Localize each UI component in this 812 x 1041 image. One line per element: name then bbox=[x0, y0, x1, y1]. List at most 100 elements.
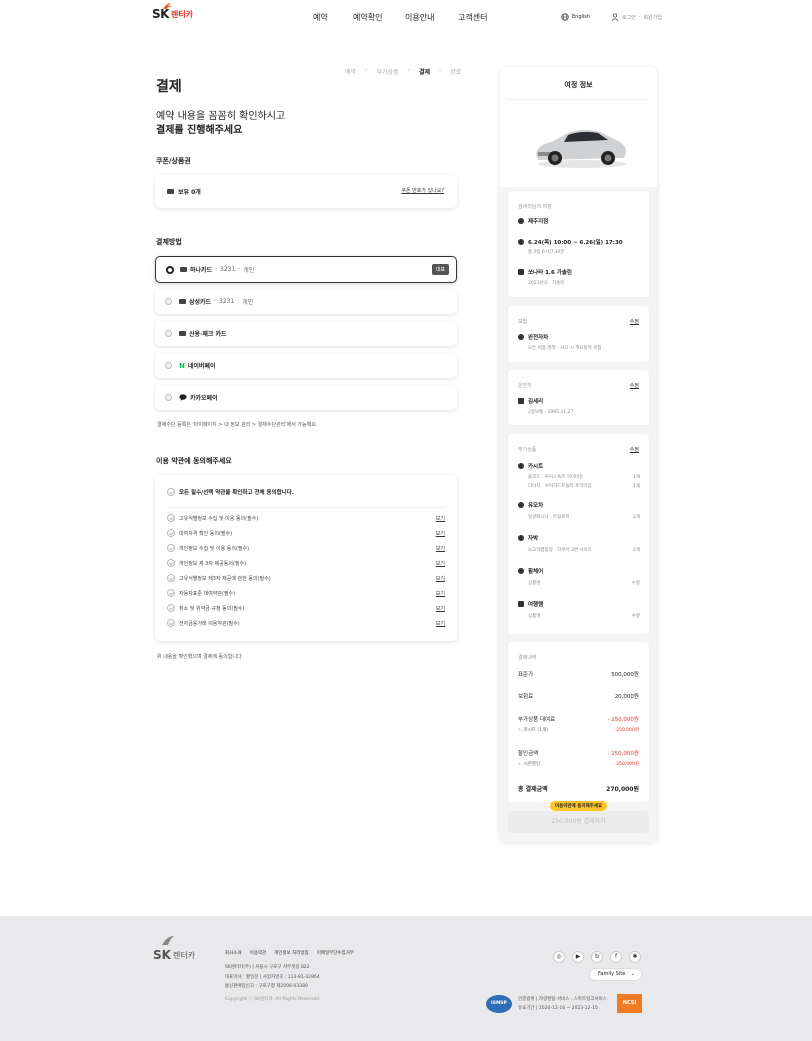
addon-card: 부가상품 수정 카시트 플코드 · 루이스톡즈 아이바운 1개 다이치 · 브이가… bbox=[508, 434, 649, 634]
payment-option-naverpay[interactable]: N 네이버페이 bbox=[155, 353, 457, 378]
car-row: 쏘나타 1.6 가솔린 bbox=[518, 268, 572, 276]
term-view-link[interactable]: 보기 bbox=[436, 545, 445, 552]
user-icon bbox=[611, 13, 619, 21]
step-reserve: 예약 bbox=[345, 69, 357, 76]
footer-link-privacy[interactable]: 개인정보 처리방침 bbox=[274, 950, 309, 956]
term-view-link[interactable]: 보기 bbox=[436, 560, 445, 567]
join-link[interactable]: 회원가입 bbox=[643, 14, 661, 21]
panel-header: 여정 정보 bbox=[500, 67, 657, 187]
blog-icon[interactable]: b bbox=[591, 951, 603, 963]
coupon-code-link[interactable]: 쿠폰 번호가 있나요? bbox=[401, 187, 444, 194]
sk-rentacar-logo[interactable]: SK 렌터카 bbox=[152, 3, 194, 21]
term-view-link[interactable]: 보기 bbox=[436, 590, 445, 597]
price-label: 할인금액 bbox=[518, 751, 539, 757]
price-value: 20,000원 bbox=[614, 694, 639, 700]
youtube-icon[interactable]: ▶ bbox=[572, 951, 584, 963]
method-name: 네이버페이 bbox=[187, 363, 216, 370]
check-icon[interactable] bbox=[167, 544, 175, 552]
method-name: 카카오페이 bbox=[190, 395, 218, 402]
agree-terms-tooltip: 이용약관에 동의해주세요 bbox=[550, 801, 608, 811]
price-label: 보험료 bbox=[518, 694, 534, 700]
radio-selected[interactable] bbox=[166, 266, 174, 274]
agree-confirm-note: 위 내용을 확인했으며 결제에 동의합니다 bbox=[157, 654, 242, 660]
term-item[interactable]: 대여자격 확인 동의(필수) 보기 bbox=[167, 529, 445, 537]
nav-reserve[interactable]: 예약 bbox=[313, 12, 328, 23]
radio-unselected[interactable] bbox=[165, 330, 172, 337]
addon-name: 여행템 bbox=[528, 602, 544, 608]
addon-name: 유모차 bbox=[528, 503, 544, 509]
rental-duration: 총 2일 6시간 30분 bbox=[528, 250, 565, 255]
nav-reservation-check[interactable]: 예약확인 bbox=[353, 12, 382, 23]
term-item[interactable]: 자동차표준 대여약관(필수) 보기 bbox=[167, 589, 445, 597]
term-view-link[interactable]: 보기 bbox=[436, 605, 445, 612]
panel-title: 여정 정보 bbox=[564, 81, 593, 89]
check-icon[interactable] bbox=[167, 559, 175, 567]
driver-edit-link[interactable]: 수정 bbox=[630, 382, 639, 389]
term-item[interactable]: 고유식별정보 수집 및 이용 동의(필수) 보기 bbox=[167, 514, 445, 522]
login-link[interactable]: 로그인 bbox=[622, 14, 636, 21]
card-number: 3231 bbox=[220, 266, 236, 273]
nav-usage-guide[interactable]: 이용안내 bbox=[405, 12, 434, 23]
payment-option-hana[interactable]: 하나카드 · 3231 · 개인 대표 bbox=[155, 256, 457, 283]
term-view-link[interactable]: 보기 bbox=[436, 575, 445, 582]
family-site-select[interactable]: Family Site ⌄ bbox=[589, 968, 642, 981]
wheelchair-icon bbox=[518, 568, 524, 574]
check-icon[interactable] bbox=[167, 589, 175, 597]
agree-all-label: 모든 필수/선택 약관을 확인하고 전체 동의합니다. bbox=[179, 490, 294, 496]
term-view-link[interactable]: 보기 bbox=[436, 530, 445, 537]
driver-icon bbox=[518, 398, 524, 404]
agree-all[interactable]: 모든 필수/선택 약관을 확인하고 전체 동의합니다. bbox=[167, 488, 294, 496]
facebook-icon[interactable]: f bbox=[610, 951, 622, 963]
check-icon[interactable] bbox=[167, 619, 175, 627]
footer-link-terms[interactable]: 이용약관 bbox=[250, 950, 267, 956]
term-view-link[interactable]: 보기 bbox=[436, 515, 445, 522]
driver-row: 김세리 bbox=[518, 397, 543, 405]
instagram-icon[interactable]: ◎ bbox=[553, 951, 565, 963]
term-item[interactable]: 개인정보 제 3자 제공동의(필수) 보기 bbox=[167, 559, 445, 567]
card-name: 하나카드 bbox=[190, 267, 213, 274]
terms-section-title: 이용 약관에 동의해주세요 bbox=[156, 457, 232, 465]
insurance-edit-link[interactable]: 수정 bbox=[630, 318, 639, 325]
payment-option-samsung[interactable]: 삼성카드 · 3231 · 개인 bbox=[155, 289, 457, 314]
check-icon[interactable] bbox=[167, 488, 175, 496]
footer-link-email[interactable]: 이메일무단수집거부 bbox=[317, 950, 354, 956]
term-item[interactable]: 취소 및 위약금 규정 동의(필수) 보기 bbox=[167, 604, 445, 612]
footer-copyright: Copyright ⓒ SK렌터카. All Rights Reserved. bbox=[225, 997, 321, 1002]
headline-line1: 예약 내용을 꼼꼼히 확인하시고 bbox=[156, 111, 286, 122]
pay-button[interactable]: 250,000원 결제하기 bbox=[508, 811, 649, 833]
check-icon[interactable] bbox=[167, 514, 175, 522]
addon-edit-link[interactable]: 수정 bbox=[630, 446, 639, 453]
kakao-channel-icon[interactable]: ✱ bbox=[629, 951, 641, 963]
addon-item: 휠체어 bbox=[518, 567, 543, 575]
addon-qty: 1개 bbox=[632, 484, 640, 489]
price-row: 보험료 20,000원 bbox=[518, 692, 639, 700]
location-pin-icon bbox=[518, 218, 524, 224]
payment-option-label: 신용·체크 카드 bbox=[179, 329, 227, 338]
payment-option-kakaopay[interactable]: 카카오페이 bbox=[155, 385, 457, 410]
term-item[interactable]: 개인정보 수집 및 이용 동의(필수) 보기 bbox=[167, 544, 445, 552]
card-name: 삼성카드 bbox=[189, 299, 212, 306]
step-addon: 부가상품 bbox=[376, 69, 399, 76]
radio-unselected[interactable] bbox=[165, 298, 172, 305]
cert-validity: 유효기간 | 2020-12-16 ~ 2023-12-15 bbox=[518, 1006, 598, 1011]
check-icon[interactable] bbox=[167, 604, 175, 612]
footer-company-ceo: 대표이사 : 황일문 | 사업자번호 : 113-81-32864 bbox=[225, 975, 320, 980]
payment-option-credit-check[interactable]: 신용·체크 카드 bbox=[155, 321, 457, 346]
check-icon[interactable] bbox=[167, 574, 175, 582]
term-item[interactable]: 전자금융거래 이용약관(필수) 보기 bbox=[167, 619, 445, 627]
radio-unselected[interactable] bbox=[165, 394, 172, 401]
account-links: 로그인 · 회원가입 bbox=[611, 13, 662, 21]
footer-link-company[interactable]: 회사소개 bbox=[225, 950, 242, 956]
isms-p-logo: ISMSP bbox=[486, 995, 512, 1013]
stroller-icon bbox=[518, 502, 524, 508]
language-link[interactable]: English bbox=[561, 13, 590, 21]
coupon-card: 보유 0개 쿠폰 번호가 있나요? bbox=[155, 175, 457, 208]
addon-item: 카시트 bbox=[518, 462, 543, 470]
term-view-link[interactable]: 보기 bbox=[436, 620, 445, 627]
term-item[interactable]: 고유식별정보 제3자 제공에 관한 동의(필수) 보기 bbox=[167, 574, 445, 582]
check-icon[interactable] bbox=[167, 529, 175, 537]
price-label: 부가상품 대여료 bbox=[518, 717, 556, 723]
radio-unselected[interactable] bbox=[165, 362, 172, 369]
nav-customer-center[interactable]: 고객센터 bbox=[458, 12, 487, 23]
logo-rent: 렌터카 bbox=[170, 9, 194, 19]
